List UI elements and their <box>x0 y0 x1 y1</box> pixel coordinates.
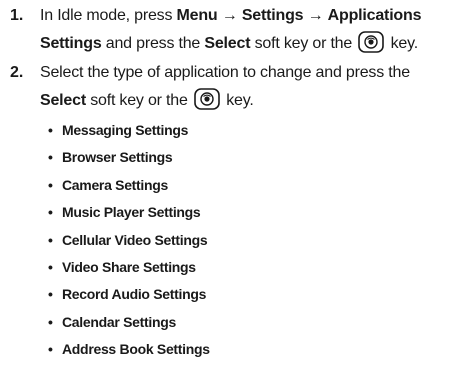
arrow: → <box>307 7 324 24</box>
step-text: Select the type of application to change… <box>40 59 445 115</box>
step-text-plain: key. <box>226 92 254 109</box>
list-item: • Record Audio Settings <box>48 281 210 308</box>
list-item: • Browser Settings <box>48 144 210 171</box>
list-item: • Address Book Settings <box>48 336 210 363</box>
step-2-line-2: Select soft key or the key. <box>40 87 445 115</box>
step-text: In Idle mode, press Menu → Settings → Ap… <box>40 2 445 58</box>
bullet: • <box>48 204 53 221</box>
list-item-label: Messaging Settings <box>62 122 189 138</box>
bullet: • <box>48 122 53 138</box>
select-keyword: Select <box>40 92 86 109</box>
step-1-line-1: In Idle mode, press Menu → Settings → Ap… <box>40 2 445 30</box>
arrow: → <box>221 7 238 24</box>
bullet: • <box>48 149 53 166</box>
applications-keyword: Applications <box>327 7 422 24</box>
bullet: • <box>48 286 53 303</box>
step-number: 1. <box>10 7 24 24</box>
step-text-plain: soft key or the <box>85 92 188 109</box>
list-item-label: Address Book Settings <box>62 341 210 358</box>
bullet: • <box>48 313 53 330</box>
list-item-label: Record Audio Settings <box>62 286 207 303</box>
step-text-plain: and press the <box>101 35 205 52</box>
ok-key-icon <box>194 88 220 111</box>
select-keyword: Select <box>204 35 251 52</box>
bullet: • <box>48 259 53 276</box>
settings-keyword: Settings <box>241 7 304 24</box>
list-item: • Cellular Video Settings <box>48 227 210 254</box>
list-item: • Calendar Settings <box>48 309 210 336</box>
step-2-line-1: Select the type of application to change… <box>40 64 410 81</box>
list-item-label: Music Player Settings <box>62 204 201 221</box>
list-item-label: Cellular Video Settings <box>62 231 208 248</box>
step-number: 2. <box>10 64 24 81</box>
bullet: • <box>48 176 53 193</box>
list-item-label: Camera Settings <box>62 176 168 193</box>
bullet: • <box>48 231 53 248</box>
list-item-label: Browser Settings <box>62 149 173 166</box>
list-item-label: Calendar Settings <box>62 313 176 330</box>
manual-page: 1. In Idle mode, press Menu → Settings →… <box>0 0 449 392</box>
step-1-line-2: Settings and press the Select soft key o… <box>40 30 445 58</box>
list-item: • Messaging Settings <box>48 117 210 144</box>
step-text-plain: key. <box>390 35 419 52</box>
step-text-plain: In Idle mode, press <box>40 7 177 24</box>
step-text-plain: soft key or the <box>250 35 353 52</box>
menu-keyword: Menu <box>176 7 218 24</box>
settings-keyword: Settings <box>40 35 102 52</box>
list-item: • Video Share Settings <box>48 254 210 281</box>
ok-key-icon <box>358 31 385 54</box>
list-item: • Music Player Settings <box>48 199 210 226</box>
list-item-label: Video Share Settings <box>62 259 196 276</box>
bullet: • <box>48 341 53 358</box>
application-settings-list: • Messaging Settings • Browser Settings • C… <box>48 117 210 364</box>
list-item: • Camera Settings <box>48 172 210 199</box>
